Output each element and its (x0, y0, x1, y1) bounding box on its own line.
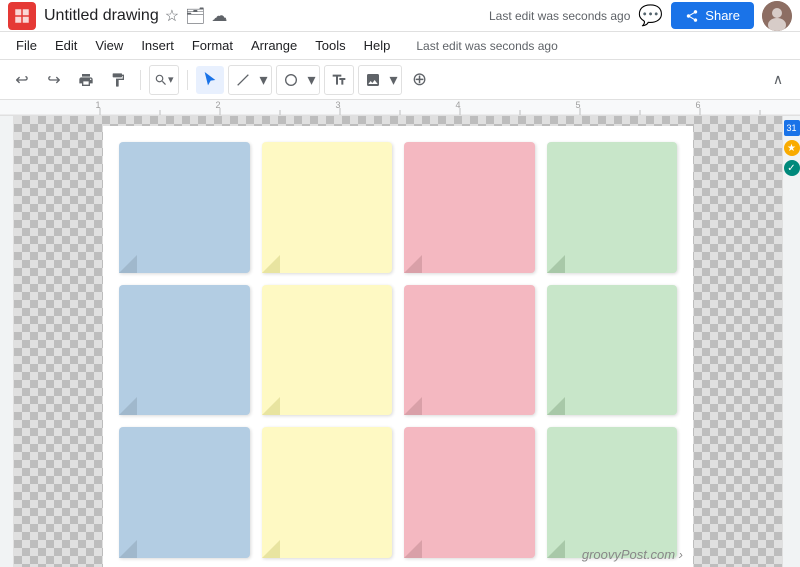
left-panel (0, 116, 14, 567)
toolbar-separator-1 (140, 70, 141, 90)
right-panel-btn-2[interactable]: ★ (784, 140, 800, 156)
star-icon[interactable]: ☆ (165, 6, 179, 26)
right-panel: 31 ★ ✓ (782, 116, 800, 567)
undo-button[interactable]: ↩ (8, 66, 36, 94)
menu-help[interactable]: Help (356, 35, 399, 56)
title-bar-right: Last edit was seconds ago 💬 Share (489, 1, 792, 31)
menu-arrange[interactable]: Arrange (243, 35, 305, 56)
ruler: /* generated below */ 1 2 3 4 5 6 (0, 100, 800, 116)
google-logo (8, 2, 36, 30)
image-tool[interactable] (359, 66, 387, 94)
shape-tool-group: ▾ (276, 65, 320, 95)
share-label: Share (705, 8, 740, 23)
sticky-note-1[interactable] (119, 142, 250, 273)
menu-format[interactable]: Format (184, 35, 241, 56)
svg-text:3: 3 (335, 100, 340, 110)
svg-text:4: 4 (455, 100, 460, 110)
line-tool[interactable] (229, 66, 257, 94)
toolbar: ↩ ↪ ▾ ▾ ▾ ▾ ⊕ ∧ (0, 60, 800, 100)
svg-text:6: 6 (695, 100, 700, 110)
sticky-note-10[interactable] (262, 427, 393, 558)
line-tool-group: ▾ (228, 65, 272, 95)
right-panel-btn-1[interactable]: 31 (784, 120, 800, 136)
cloud-icon[interactable]: ☁ (211, 6, 227, 26)
svg-text:2: 2 (215, 100, 220, 110)
menu-view[interactable]: View (87, 35, 131, 56)
sticky-note-7[interactable] (404, 285, 535, 416)
ruler-svg: /* generated below */ 1 2 3 4 5 6 (0, 100, 800, 116)
shape-tool[interactable] (277, 66, 305, 94)
sticky-note-6[interactable] (262, 285, 393, 416)
paint-format-button[interactable] (104, 66, 132, 94)
menu-edit[interactable]: Edit (47, 35, 85, 56)
drive-icon[interactable]: 🗂 (185, 6, 205, 26)
last-edit-label: Last edit was seconds ago (416, 39, 557, 53)
line-dropdown[interactable]: ▾ (257, 66, 271, 94)
image-dropdown[interactable]: ▾ (387, 66, 401, 94)
title-bar: Untitled drawing ☆ 🗂 ☁ Last edit was sec… (0, 0, 800, 32)
sticky-note-11[interactable] (404, 427, 535, 558)
toolbar-separator-2 (187, 70, 188, 90)
drawing-canvas: groovyPost.com › (103, 126, 693, 567)
canvas-area[interactable]: groovyPost.com › (14, 116, 782, 567)
sticky-note-5[interactable] (119, 285, 250, 416)
textbox-tool[interactable] (325, 66, 353, 94)
svg-text:5: 5 (575, 100, 580, 110)
comment-button[interactable]: 💬 (638, 3, 663, 28)
zoom-button[interactable]: ▾ (150, 66, 178, 94)
menu-file[interactable]: File (8, 35, 45, 56)
sticky-note-3[interactable] (404, 142, 535, 273)
zoom-group: ▾ (149, 65, 179, 95)
title-icons: ☆ 🗂 ☁ (165, 6, 228, 26)
sticky-note-4[interactable] (547, 142, 678, 273)
select-tool[interactable] (196, 66, 224, 94)
image-tool-group: ▾ (358, 65, 402, 95)
sticky-note-12[interactable] (547, 427, 678, 558)
sticky-note-8[interactable] (547, 285, 678, 416)
sticky-note-9[interactable] (119, 427, 250, 558)
redo-button[interactable]: ↪ (40, 66, 68, 94)
shape-dropdown[interactable]: ▾ (305, 66, 319, 94)
menu-bar: File Edit View Insert Format Arrange Too… (0, 32, 800, 60)
last-edit-label: Last edit was seconds ago (489, 9, 630, 23)
textbox-tool-group (324, 65, 354, 95)
sticky-note-2[interactable] (262, 142, 393, 273)
menu-tools[interactable]: Tools (307, 35, 353, 56)
main-area: groovyPost.com › 31 ★ ✓ (0, 116, 800, 567)
document-title[interactable]: Untitled drawing (44, 7, 159, 25)
svg-text:1: 1 (95, 100, 100, 110)
collapse-toolbar-button[interactable]: ∧ (764, 66, 792, 94)
insert-button[interactable]: ⊕ (406, 66, 434, 94)
share-button[interactable]: Share (671, 2, 754, 29)
menu-insert[interactable]: Insert (133, 35, 182, 56)
user-avatar[interactable] (762, 1, 792, 31)
print-button[interactable] (72, 66, 100, 94)
right-panel-btn-3[interactable]: ✓ (784, 160, 800, 176)
